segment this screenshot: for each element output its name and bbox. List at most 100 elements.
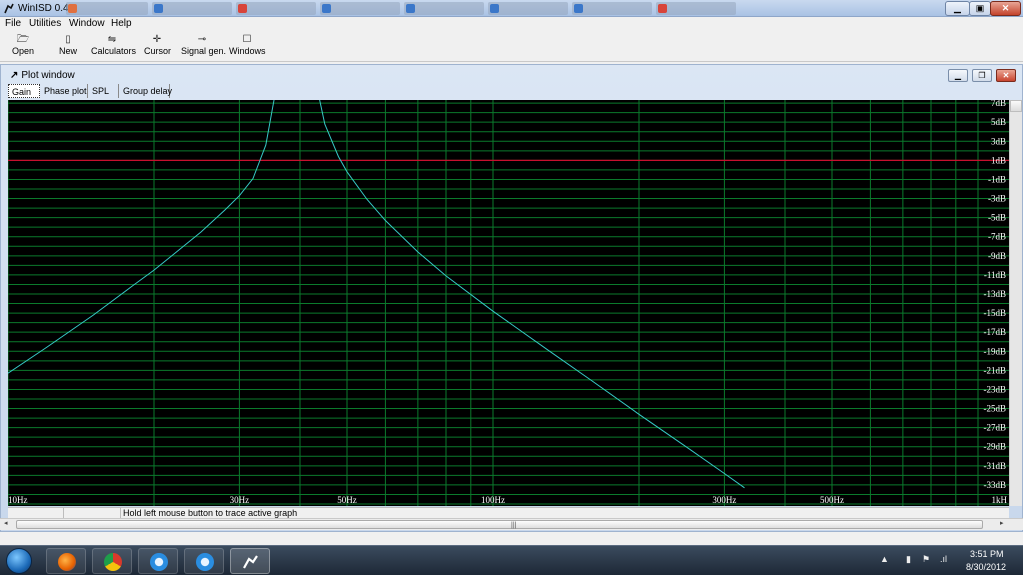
background-tab[interactable]	[152, 2, 232, 15]
scroll-up-arrow-icon[interactable]	[1010, 100, 1022, 112]
y-tick-label: -13dB	[984, 289, 1007, 299]
scroll-right-arrow-icon[interactable]: ▸	[1000, 519, 1004, 527]
menu-file[interactable]: File	[5, 18, 21, 29]
y-tick-label: 7dB	[991, 100, 1006, 108]
clock-date[interactable]: 8/30/2012	[966, 562, 1006, 572]
background-tab[interactable]	[572, 2, 652, 15]
tab-phase-plot[interactable]: Phase plot	[41, 84, 88, 98]
vertical-scrollbar[interactable]	[1009, 100, 1022, 506]
folder-icon: 🗁	[16, 34, 30, 45]
taskbar-chrome-button[interactable]	[92, 548, 132, 574]
background-tab[interactable]	[236, 2, 316, 15]
y-tick-label: -25dB	[984, 404, 1007, 414]
show-hidden-icons-icon[interactable]: ▲	[880, 554, 889, 564]
scroll-left-arrow-icon[interactable]: ◂	[4, 519, 8, 527]
y-tick-label: -3dB	[988, 194, 1006, 204]
background-tab[interactable]	[66, 2, 148, 15]
itunes-icon	[150, 553, 168, 571]
y-tick-label: 3dB	[991, 136, 1006, 146]
cursor-button[interactable]: ✛ Cursor	[144, 33, 172, 60]
winisd-icon	[243, 555, 258, 569]
x-tick-label: 30Hz	[230, 495, 250, 505]
signal-gen-label: Signal gen.	[181, 46, 227, 56]
winisd-app-icon	[4, 3, 14, 14]
menu-window[interactable]: Window	[69, 18, 105, 29]
signal-generator-icon: ⊸	[197, 34, 207, 45]
close-button[interactable]: ✕	[990, 1, 1021, 16]
start-button[interactable]	[6, 548, 32, 574]
tab-spl[interactable]: SPL	[89, 84, 119, 98]
menu-utilities[interactable]: Utilities	[29, 18, 61, 29]
signal-gen-button[interactable]: ⊸ Signal gen.	[181, 33, 227, 60]
scroll-grip-icon: |||	[511, 522, 517, 529]
cursor-icon: ✛	[152, 34, 162, 45]
new-document-icon: ▯	[65, 34, 71, 45]
menu-bar: File Utilities Window Help	[0, 17, 1023, 31]
action-center-flag-icon[interactable]: ⚑	[922, 554, 930, 565]
y-tick-label: -17dB	[984, 327, 1007, 337]
plot-minimize-button[interactable]: ▁	[948, 69, 968, 82]
battery-icon[interactable]: ▮	[906, 554, 911, 565]
y-tick-label: -5dB	[988, 213, 1006, 223]
network-icon[interactable]: .ıl	[940, 554, 947, 564]
open-label: Open	[11, 46, 35, 56]
maximize-button[interactable]: ▣	[969, 1, 991, 16]
y-tick-label: -29dB	[984, 442, 1007, 452]
calculator-icon: ⇋	[107, 34, 117, 45]
x-tick-label: 500Hz	[820, 495, 844, 505]
windows-button[interactable]: ☐ Windows	[229, 33, 266, 60]
background-tab[interactable]	[656, 2, 736, 15]
gain-chart-svg: 7dB 5dB 3dB 1dB -1dB -3dB -5dB -7dB -9dB -11dB -13…	[8, 100, 1009, 506]
y-tick-label: -19dB	[984, 346, 1007, 356]
new-label: New	[58, 46, 77, 56]
calculators-button[interactable]: ⇋ Calculators	[91, 33, 137, 60]
taskbar-winisd-button[interactable]	[230, 548, 270, 574]
chrome-icon	[104, 553, 122, 571]
y-tick-label: -33dB	[984, 480, 1007, 490]
background-tab[interactable]	[320, 2, 400, 15]
open-button[interactable]: 🗁 Open	[8, 33, 38, 60]
y-tick-label: -23dB	[984, 384, 1007, 394]
y-tick-label: -7dB	[988, 232, 1006, 242]
status-bar: Hold left mouse button to trace active g…	[8, 507, 1009, 519]
cursor-label: Cursor	[144, 46, 172, 56]
plot-window-title: ↗ Plot window	[10, 70, 75, 81]
title-bar: WinISD 0.44 ▁ ▣ ✕	[0, 0, 1023, 17]
menu-help[interactable]: Help	[111, 18, 132, 29]
y-tick-label: -15dB	[984, 308, 1007, 318]
background-tab[interactable]	[488, 2, 568, 15]
y-tick-label: -21dB	[984, 365, 1007, 375]
tab-gain[interactable]: Gain	[8, 84, 40, 98]
x-tick-label: 300Hz	[712, 495, 736, 505]
plot-restore-button[interactable]: ❐	[972, 69, 992, 82]
y-tick-label: -11dB	[984, 270, 1006, 280]
taskbar: ▲ ▮ ⚑ .ıl	[0, 545, 1023, 575]
y-tick-label: -9dB	[988, 251, 1006, 261]
plot-window-icon: ↗	[10, 70, 19, 81]
itunes-icon	[196, 553, 214, 571]
windows-icon: ☐	[242, 34, 252, 45]
y-tick-label: 1dB	[991, 155, 1006, 165]
y-tick-label: 5dB	[991, 117, 1006, 127]
plot-window-controls: ▁ ❐ ✕	[948, 69, 1018, 83]
tab-group-delay[interactable]: Group delay	[120, 84, 172, 98]
x-tick-label: 100Hz	[481, 495, 505, 505]
taskbar-itunes-button[interactable]	[138, 548, 178, 574]
calculators-label: Calculators	[91, 46, 137, 56]
taskbar-itunes-button[interactable]	[184, 548, 224, 574]
x-tick-label: 10Hz	[8, 495, 28, 505]
taskbar-firefox-button[interactable]	[46, 548, 86, 574]
plot-close-button[interactable]: ✕	[996, 69, 1016, 82]
plot-window-title-text: Plot window	[21, 70, 75, 81]
clock-time[interactable]: 3:51 PM	[970, 549, 1004, 559]
y-tick-label: -31dB	[984, 461, 1007, 471]
x-tick-label: 1kH	[992, 495, 1008, 505]
new-button[interactable]: ▯ New	[55, 33, 81, 60]
background-tab[interactable]	[404, 2, 484, 15]
scroll-thumb[interactable]: |||	[16, 520, 983, 529]
minimize-button[interactable]: ▁	[945, 1, 970, 16]
gain-plot[interactable]: 7dB 5dB 3dB 1dB -1dB -3dB -5dB -7dB -9dB -11dB -13…	[8, 100, 1009, 506]
horizontal-scrollbar[interactable]: ◂ ||| ▸	[0, 518, 1023, 530]
toolbar: 🗁 Open ▯ New ⇋ Calculators ✛ Cursor ⊸ Si…	[0, 31, 1023, 62]
firefox-icon	[58, 553, 76, 571]
